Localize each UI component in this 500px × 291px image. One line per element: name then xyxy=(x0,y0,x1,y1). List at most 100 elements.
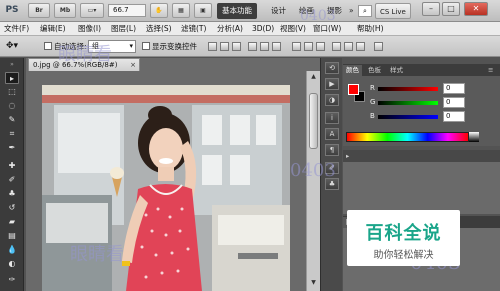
vertical-scrollbar[interactable]: ▲ ▼ xyxy=(306,71,320,291)
menu-help[interactable]: 帮助(H) xyxy=(357,22,384,36)
eyedropper-tool-icon[interactable]: ✒ xyxy=(5,142,19,154)
close-document-icon[interactable]: × xyxy=(130,59,136,71)
arrange-documents-icon[interactable]: ▦ xyxy=(172,3,190,18)
adjustments-panel xyxy=(343,162,500,214)
menu-layer[interactable]: 图层(L) xyxy=(111,22,136,36)
blur-tool-icon[interactable]: 💧 xyxy=(5,244,19,256)
application-bar: PS Br Mb ▭▾ 66.7 ✋ ▦ ▣ 基本功能 设计 绘画 摄影 » ⌕… xyxy=(0,0,500,22)
clone-stamp-tool-icon[interactable]: ♣ xyxy=(5,188,19,200)
channel-r-slider[interactable] xyxy=(378,87,438,91)
overlay-title: 百科全说 xyxy=(365,223,442,244)
channel-b-label: B xyxy=(370,112,375,120)
align-hcenter-icon[interactable] xyxy=(260,42,269,51)
scroll-up-arrow[interactable]: ▲ xyxy=(309,73,318,82)
tab-styles[interactable]: 样式 xyxy=(387,65,406,76)
foreground-color-swatch[interactable] xyxy=(348,84,359,95)
more-workspaces-button[interactable]: » xyxy=(344,3,359,19)
search-icon[interactable]: ⌕ xyxy=(358,5,372,17)
align-vcenter-icon[interactable] xyxy=(220,42,229,51)
actions-panel-icon[interactable]: ▶ xyxy=(325,78,339,90)
hand-tool-icon[interactable]: ✋ xyxy=(150,3,168,18)
lasso-tool-icon[interactable]: ◌ xyxy=(5,100,19,112)
pen-tool-icon[interactable]: ✑ xyxy=(5,274,19,286)
channel-g-slider[interactable] xyxy=(378,101,438,105)
menu-3d[interactable]: 3D(D) xyxy=(252,22,274,36)
channel-g-label: G xyxy=(370,98,376,106)
channel-r-label: R xyxy=(370,84,375,92)
dodge-tool-icon[interactable]: ◐ xyxy=(5,258,19,270)
align-top-icon[interactable] xyxy=(208,42,217,51)
auto-align-icon[interactable] xyxy=(374,42,383,51)
character-panel-icon[interactable]: A xyxy=(325,128,339,140)
align-bottom-icon[interactable] xyxy=(232,42,241,51)
screen-mode-icon[interactable]: ▣ xyxy=(194,3,212,18)
channel-g-value[interactable]: 0 xyxy=(443,97,465,108)
healing-brush-tool-icon[interactable]: ✚ xyxy=(5,160,19,172)
color-spectrum-bar[interactable] xyxy=(346,132,469,142)
gradient-tool-icon[interactable]: ▤ xyxy=(5,230,19,242)
menu-edit[interactable]: 编辑(E) xyxy=(40,22,66,36)
tab-swatches[interactable]: 色板 xyxy=(365,65,384,76)
channel-b-value[interactable]: 0 xyxy=(443,111,465,122)
bridge-button[interactable]: Br xyxy=(28,3,50,18)
marquee-tool-icon[interactable]: ⬚ xyxy=(5,86,19,98)
color-panel-tabs: 颜色 色板 样式 ≡ xyxy=(343,64,500,76)
distribute-left-icon[interactable] xyxy=(332,42,341,51)
black-white-ramp[interactable] xyxy=(469,132,479,142)
crop-tool-icon[interactable]: ⌗ xyxy=(5,128,19,140)
brush-tool-icon[interactable]: ✐ xyxy=(5,174,19,186)
channel-b-slider[interactable] xyxy=(378,115,438,119)
photoshop-logo: PS xyxy=(5,5,19,15)
scroll-down-arrow[interactable]: ▼ xyxy=(309,279,318,288)
watermark-text: 0403 xyxy=(290,160,336,181)
info-panel-icon[interactable]: i xyxy=(325,112,339,124)
baike-overlay-badge: 百科全说 助你轻松解决 xyxy=(347,210,460,266)
distribute-top-icon[interactable] xyxy=(292,42,301,51)
scroll-thumb[interactable] xyxy=(309,93,318,149)
minimize-button[interactable]: – xyxy=(422,2,440,16)
distribute-vcenter-icon[interactable] xyxy=(304,42,313,51)
zoom-level-field[interactable]: 66.7 xyxy=(108,4,146,17)
quick-select-tool-icon[interactable]: ✎ xyxy=(5,114,19,126)
tab-color[interactable]: 颜色 xyxy=(343,65,362,76)
eraser-tool-icon[interactable]: ▰ xyxy=(5,216,19,228)
history-brush-tool-icon[interactable]: ↺ xyxy=(5,202,19,214)
close-button[interactable]: ✕ xyxy=(464,2,488,16)
watermark-text: 0403 xyxy=(300,8,336,24)
menu-filter[interactable]: 滤镜(T) xyxy=(181,22,206,36)
adjustments-panel-icon[interactable]: ◑ xyxy=(325,94,339,106)
menu-file[interactable]: 文件(F) xyxy=(4,22,29,36)
show-transform-label: 显示变换控件 xyxy=(152,42,197,51)
align-right-icon[interactable] xyxy=(272,42,281,51)
adjustments-collapsed-icon[interactable]: ▸ xyxy=(343,151,352,162)
color-panel: R 0 G 0 B 0 xyxy=(343,76,500,146)
channel-r-value[interactable]: 0 xyxy=(443,83,465,94)
adjustments-panel-header: ▸ xyxy=(343,150,500,162)
workspace-essentials[interactable]: 基本功能 xyxy=(217,3,257,19)
view-extras-button[interactable]: ▭▾ xyxy=(80,3,104,18)
history-panel-icon[interactable]: ⟲ xyxy=(325,62,339,74)
move-tool-icon[interactable]: ▸ xyxy=(5,72,19,84)
paragraph-panel-icon[interactable]: ¶ xyxy=(325,144,339,156)
maximize-button[interactable]: □ xyxy=(442,2,460,16)
align-left-icon[interactable] xyxy=(248,42,257,51)
distribute-right-icon[interactable] xyxy=(356,42,365,51)
workspace-design[interactable]: 设计 xyxy=(266,3,291,19)
distribute-hcenter-icon[interactable] xyxy=(344,42,353,51)
toolbox-collapse-icon[interactable]: » xyxy=(5,59,19,71)
overlay-subtitle: 助你轻松解决 xyxy=(373,250,434,261)
move-tool-preset-icon[interactable]: ✥▾ xyxy=(6,40,18,53)
panel-menu-icon[interactable]: ≡ xyxy=(485,65,496,76)
watermark-text: 眼睛看 xyxy=(58,44,112,65)
distribute-bottom-icon[interactable] xyxy=(316,42,325,51)
menu-window[interactable]: 窗口(W) xyxy=(313,22,341,36)
menu-image[interactable]: 图像(I) xyxy=(78,22,101,36)
mini-bridge-button[interactable]: Mb xyxy=(54,3,76,18)
auto-select-checkbox[interactable] xyxy=(44,42,52,50)
show-transform-checkbox[interactable] xyxy=(142,42,150,50)
cs-live-button[interactable]: CS Live xyxy=(375,3,411,19)
menu-view[interactable]: 视图(V) xyxy=(280,22,306,36)
menu-analysis[interactable]: 分析(A) xyxy=(217,22,243,36)
watermark-text: 眼睛看 xyxy=(70,244,124,265)
menu-select[interactable]: 选择(S) xyxy=(146,22,172,36)
